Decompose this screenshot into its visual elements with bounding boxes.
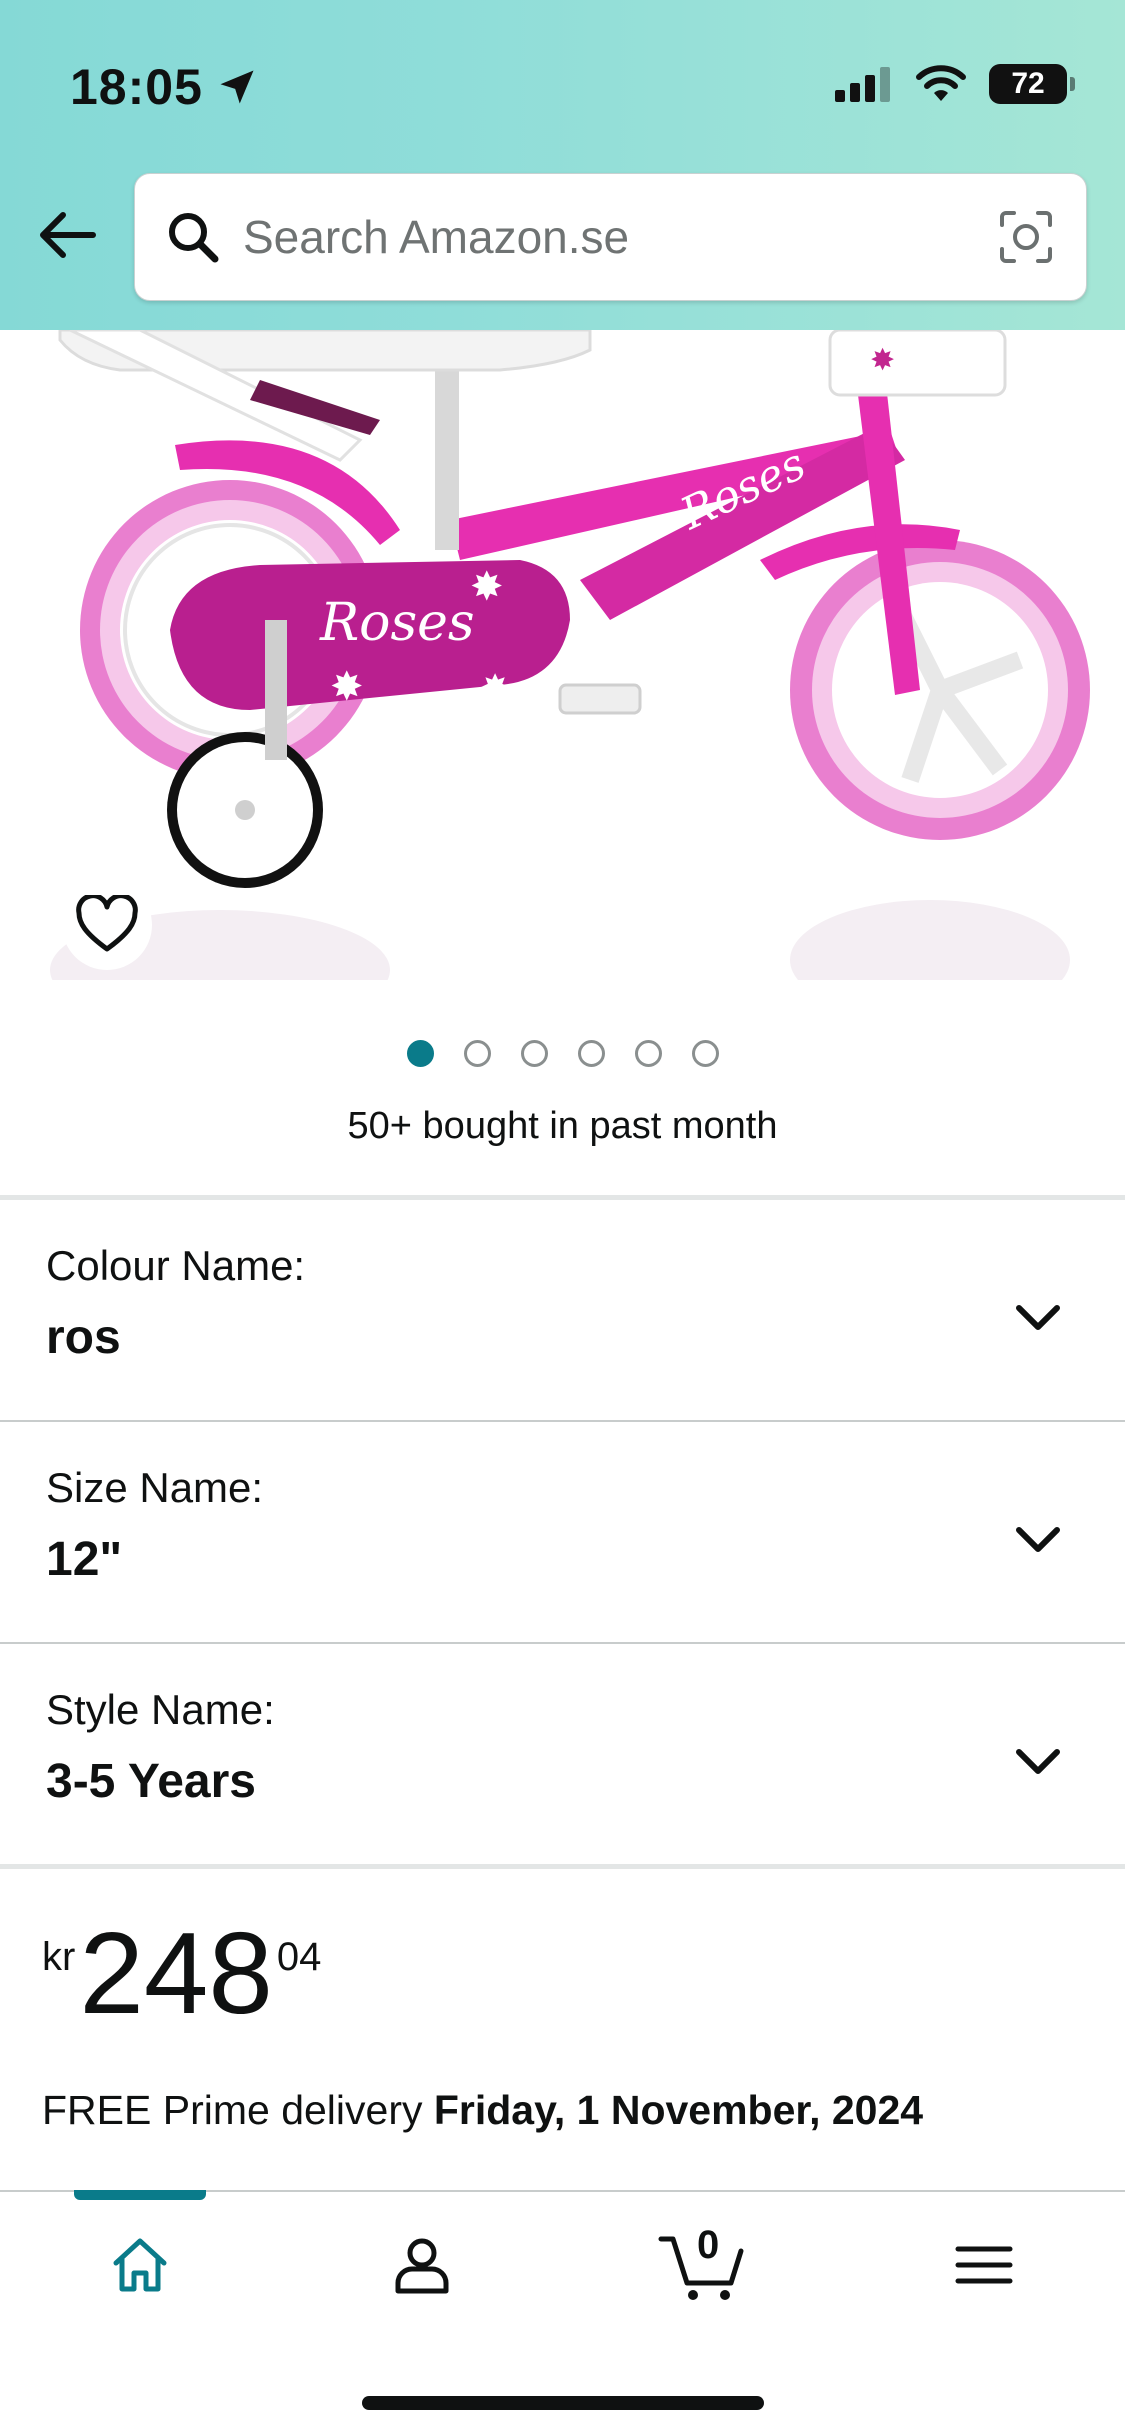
heart-icon xyxy=(76,895,138,952)
carousel-dot[interactable] xyxy=(691,1040,719,1067)
nav-home[interactable] xyxy=(90,2225,190,2305)
back-arrow-icon xyxy=(40,212,96,258)
camera-search-icon[interactable] xyxy=(996,207,1056,267)
variant-value: 3-5 Years xyxy=(46,1755,256,1808)
delivery-prefix: FREE Prime delivery xyxy=(42,2087,434,2133)
delivery-info: FREE Prime delivery Friday, 1 November, … xyxy=(42,2087,923,2134)
search-input[interactable] xyxy=(243,210,996,264)
clock-text: 18:05 xyxy=(70,59,203,115)
chevron-down-icon xyxy=(1016,1305,1060,1330)
variant-value: ros xyxy=(46,1311,121,1364)
price-currency: kr xyxy=(42,1935,76,1979)
carousel-dot[interactable] xyxy=(634,1040,662,1067)
active-tab-indicator xyxy=(74,2190,206,2200)
price-fraction: 04 xyxy=(276,1935,322,1979)
variant-size[interactable]: Size Name: 12" xyxy=(0,1422,1125,1642)
variant-colour[interactable]: Colour Name: ros xyxy=(0,1200,1125,1420)
bike-illustration: Roses Roses ✸ ✸ ✸ ✸ xyxy=(50,330,1090,980)
back-button[interactable] xyxy=(32,200,102,270)
chevron-down-icon xyxy=(1016,1527,1060,1552)
home-indicator xyxy=(362,2396,764,2410)
variant-label: Size Name: xyxy=(46,1464,264,1511)
price-whole: 248 xyxy=(79,1908,273,2038)
location-arrow-icon xyxy=(220,70,254,104)
top-header: 18:05 72 xyxy=(0,0,1125,330)
status-icons: 72 xyxy=(835,64,1075,104)
product-image[interactable]: Roses Roses ✸ ✸ ✸ ✸ xyxy=(0,330,1125,980)
carousel-dot[interactable] xyxy=(577,1040,605,1067)
image-carousel-dots xyxy=(0,1040,1125,1067)
battery-level: 72 xyxy=(1011,67,1045,100)
account-icon xyxy=(395,2238,449,2294)
battery-indicator: 72 xyxy=(989,64,1075,104)
variant-label: Style Name: xyxy=(46,1686,275,1733)
nav-cart[interactable]: 0 xyxy=(652,2223,752,2305)
bought-count-text: 50+ bought in past month xyxy=(347,1105,778,1147)
chevron-down-icon xyxy=(1016,1749,1060,1774)
delivery-date[interactable]: Friday, 1 November, 2024 xyxy=(434,2087,923,2133)
menu-icon xyxy=(955,2246,1013,2284)
nav-menu[interactable] xyxy=(934,2225,1034,2305)
wifi-icon xyxy=(916,65,966,101)
search-icon xyxy=(169,213,219,263)
price: kr 248 04 xyxy=(42,1915,321,2031)
carousel-dot[interactable] xyxy=(406,1040,434,1067)
section-divider xyxy=(0,1864,1125,1869)
star-decoration: ✸ xyxy=(870,344,895,377)
variant-value: 12" xyxy=(46,1533,123,1586)
wishlist-button[interactable] xyxy=(62,880,152,970)
star-decoration: ✸ xyxy=(330,665,364,709)
carousel-dot[interactable] xyxy=(463,1040,491,1067)
carousel-dot[interactable] xyxy=(520,1040,548,1067)
status-time: 18:05 xyxy=(70,58,259,116)
signal-icon xyxy=(835,67,890,102)
home-icon xyxy=(113,2238,167,2292)
chainguard-brand-text: Roses xyxy=(319,593,475,653)
search-bar[interactable] xyxy=(134,173,1087,301)
nav-account[interactable] xyxy=(372,2225,472,2305)
variant-style[interactable]: Style Name: 3-5 Years xyxy=(0,1644,1125,1864)
cart-count: 0 xyxy=(697,2223,720,2267)
star-decoration: ✸ xyxy=(470,565,504,609)
star-decoration: ✸ xyxy=(480,667,510,708)
variant-label: Colour Name: xyxy=(46,1242,306,1289)
